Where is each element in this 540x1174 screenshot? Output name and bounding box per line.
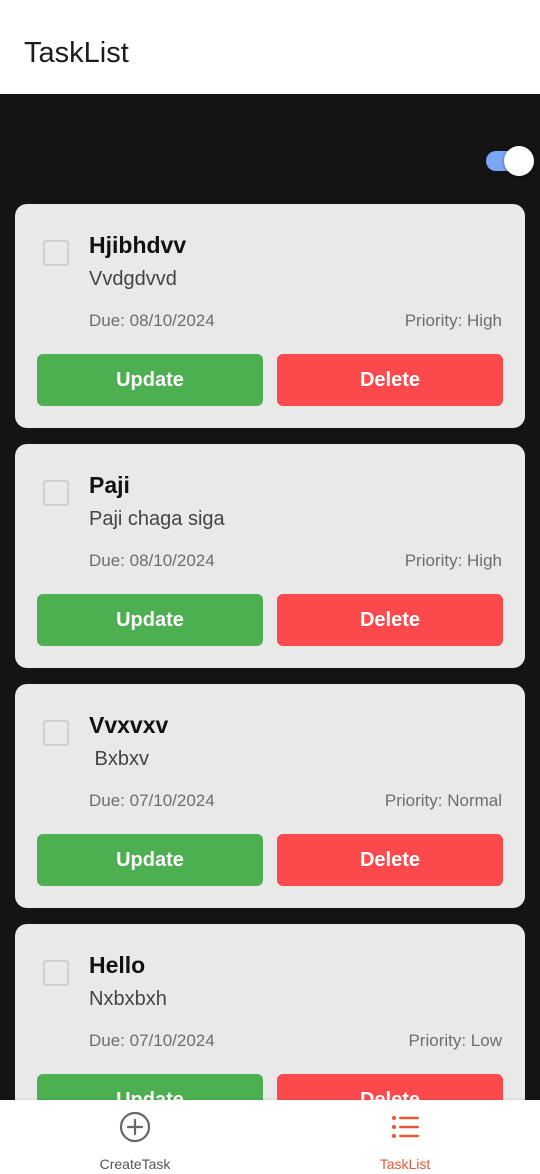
task-due-date: Due: 07/10/2024	[89, 1031, 215, 1050]
update-button[interactable]: Update	[37, 354, 263, 406]
delete-button[interactable]: Delete	[277, 1074, 503, 1100]
task-priority: Priority: High	[404, 311, 502, 330]
task-due-date: Due: 07/10/2024	[89, 791, 215, 810]
update-button[interactable]: Update	[37, 594, 263, 646]
task-title: Hjibhdvv	[89, 232, 187, 258]
task-due-date: Due: 08/10/2024	[89, 311, 215, 330]
task-list-container[interactable]: Hjibhdvv Vvdgdvvd Due: 08/10/2024 Priori…	[0, 94, 540, 1100]
task-priority: Priority: High	[404, 551, 502, 570]
task-checkbox[interactable]	[43, 720, 69, 746]
bottom-navigation: CreateTask TaskList	[0, 1100, 540, 1174]
task-title: Paji	[89, 472, 130, 498]
page-title: TaskList	[24, 37, 129, 69]
update-button[interactable]: Update	[37, 834, 263, 886]
app-header: TaskList	[0, 0, 540, 94]
nav-label-task-list: TaskList	[379, 1156, 431, 1172]
task-title: Hello	[89, 952, 146, 978]
task-description: Paji chaga siga	[89, 508, 225, 530]
nav-label-create-task: CreateTask	[99, 1156, 171, 1172]
delete-button[interactable]: Delete	[277, 834, 503, 886]
task-card: Hjibhdvv Vvdgdvvd Due: 08/10/2024 Priori…	[15, 204, 525, 428]
task-checkbox[interactable]	[43, 480, 69, 506]
nav-item-task-list[interactable]: TaskList	[270, 1100, 540, 1174]
task-checkbox[interactable]	[43, 240, 69, 266]
nav-item-create-task[interactable]: CreateTask	[0, 1100, 270, 1174]
toggle-thumb	[504, 146, 534, 176]
task-checkbox[interactable]	[43, 960, 69, 986]
task-due-date: Due: 08/10/2024	[89, 551, 215, 570]
add-circle-icon	[119, 1111, 151, 1143]
delete-button[interactable]: Delete	[277, 594, 503, 646]
delete-button[interactable]: Delete	[277, 354, 503, 406]
update-button[interactable]: Update	[37, 1074, 263, 1100]
task-description: Vvdgdvvd	[89, 268, 177, 290]
task-description: Nxbxbxh	[89, 988, 167, 1010]
task-title: Vvxvxv	[89, 712, 169, 738]
task-priority: Priority: Normal	[384, 791, 502, 810]
task-priority: Priority: Low	[408, 1031, 502, 1050]
theme-toggle[interactable]	[486, 146, 534, 176]
task-card: Hello Nxbxbxh Due: 07/10/2024 Priority: …	[15, 924, 525, 1100]
task-card: Vvxvxv Bxbxv Due: 07/10/2024 Priority: N…	[15, 684, 525, 908]
task-card: Paji Paji chaga siga Due: 08/10/2024 Pri…	[15, 444, 525, 668]
task-description: Bxbxv	[89, 748, 150, 770]
list-icon	[392, 1116, 419, 1138]
